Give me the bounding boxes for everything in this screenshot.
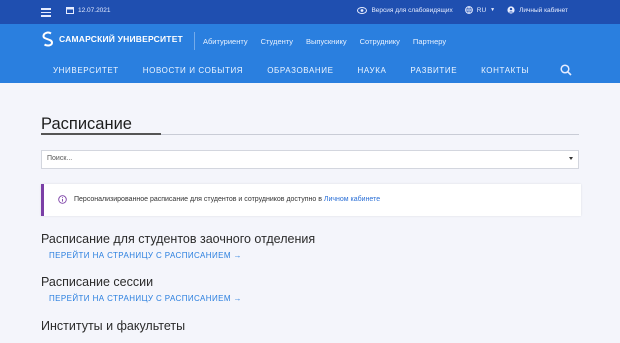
site-header: САМАРСКИЙ УНИВЕРСИТЕТ Абитуриенту Студен… — [0, 24, 620, 83]
audience-link-student[interactable]: Студенту — [261, 37, 293, 46]
audience-link-partner[interactable]: Партнеру — [413, 37, 446, 46]
section-heading-extramural: Расписание для студентов заочного отделе… — [41, 232, 316, 246]
logo-mark-icon — [42, 31, 54, 47]
nav-item-news[interactable]: НОВОСТИ И СОБЫТИЯ — [143, 66, 243, 75]
account-alert-link[interactable]: Личном кабинете — [324, 196, 380, 203]
search-placeholder: Поиск... — [47, 155, 73, 162]
section-heading-institutes: Институты и факультеты — [41, 319, 186, 333]
date-display: 12.07.2021 — [66, 6, 111, 14]
search-select[interactable]: Поиск... — [41, 150, 579, 169]
audience-link-graduate[interactable]: Выпускнику — [306, 37, 347, 46]
caret-down-icon — [569, 157, 573, 160]
audience-link-employee[interactable]: Сотруднику — [360, 37, 400, 46]
nav-item-contacts[interactable]: КОНТАКТЫ — [481, 66, 529, 75]
search-icon[interactable] — [560, 64, 572, 76]
logo-text: САМАРСКИЙ УНИВЕРСИТЕТ — [59, 34, 183, 44]
schedule-link-extramural[interactable]: ПЕРЕЙТИ НА СТРАНИЦУ С РАСПИСАНИЕМ → — [49, 251, 242, 260]
info-alert: Персонализированное расписание для студе… — [41, 184, 581, 216]
nav-item-education[interactable]: ОБРАЗОВАНИЕ — [267, 66, 333, 75]
menu-icon[interactable] — [41, 8, 51, 19]
info-icon — [58, 195, 67, 204]
accessibility-label: Версия для слабовидящих — [371, 6, 453, 14]
date-text: 12.07.2021 — [78, 6, 111, 14]
eye-icon — [357, 6, 368, 14]
language-label: RU — [476, 6, 487, 14]
title-underline — [41, 133, 161, 135]
section-heading-session: Расписание сессии — [41, 275, 154, 289]
top-bar: 12.07.2021 Версия для слабовидящих RU ▼ … — [0, 0, 620, 24]
nav-item-development[interactable]: РАЗВИТИЕ — [410, 66, 457, 75]
nav-item-university[interactable]: УНИВЕРСИТЕТ — [53, 66, 119, 75]
main-nav: УНИВЕРСИТЕТ НОВОСТИ И СОБЫТИЯ ОБРАЗОВАНИ… — [53, 66, 553, 75]
audience-nav: Абитуриенту Студенту Выпускнику Сотрудни… — [203, 37, 446, 46]
language-selector[interactable]: RU ▼ — [464, 6, 496, 14]
account-label: Личный кабинет — [519, 6, 568, 14]
university-logo[interactable]: САМАРСКИЙ УНИВЕРСИТЕТ — [41, 31, 183, 47]
accessibility-link[interactable]: Версия для слабовидящих — [357, 6, 453, 14]
globe-icon — [464, 6, 473, 14]
account-link[interactable]: Личный кабинет — [507, 6, 568, 14]
caret-down-icon: ▼ — [490, 7, 496, 13]
calendar-icon — [66, 7, 74, 14]
schedule-link-session[interactable]: ПЕРЕЙТИ НА СТРАНИЦУ С РАСПИСАНИЕМ → — [49, 294, 242, 303]
page-title: Расписание — [41, 115, 132, 133]
nav-item-science[interactable]: НАУКА — [358, 66, 387, 75]
audience-link-applicant[interactable]: Абитуриенту — [203, 37, 248, 46]
user-icon — [507, 6, 515, 14]
header-divider — [194, 32, 195, 50]
alert-text: Персонализированное расписание для студе… — [74, 196, 324, 203]
